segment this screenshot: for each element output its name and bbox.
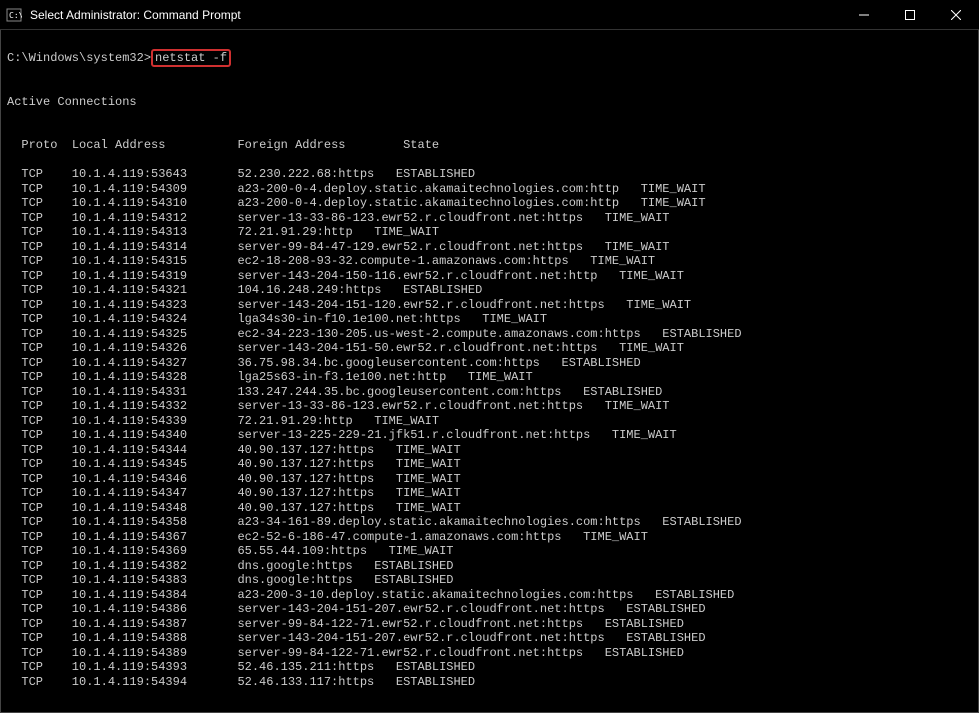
table-row: TCP 10.1.4.119:54332 server-13-33-86-123…: [7, 399, 972, 414]
table-row: TCP 10.1.4.119:54323 server-143-204-151-…: [7, 298, 972, 313]
col-proto: Proto: [21, 138, 57, 152]
table-row: TCP 10.1.4.119:54326 server-143-204-151-…: [7, 341, 972, 356]
table-row: TCP 10.1.4.119:54358 a23-34-161-89.deplo…: [7, 515, 972, 530]
col-state: State: [403, 138, 439, 152]
prompt-path: C:\Windows\system32>: [7, 51, 151, 65]
table-row: TCP 10.1.4.119:54394 52.46.133.117:https…: [7, 675, 972, 690]
table-row: TCP 10.1.4.119:54369 65.55.44.109:https …: [7, 544, 972, 559]
table-row: TCP 10.1.4.119:54315 ec2-18-208-93-32.co…: [7, 254, 972, 269]
table-row: TCP 10.1.4.119:54314 server-99-84-47-129…: [7, 240, 972, 255]
table-row: TCP 10.1.4.119:54325 ec2-34-223-130-205.…: [7, 327, 972, 342]
table-row: TCP 10.1.4.119:54386 server-143-204-151-…: [7, 602, 972, 617]
window-title: Select Administrator: Command Prompt: [30, 8, 841, 22]
table-row: TCP 10.1.4.119:54389 server-99-84-122-71…: [7, 646, 972, 661]
close-button[interactable]: [933, 0, 979, 29]
prompt-line: C:\Windows\system32>netstat -f: [7, 49, 972, 67]
cmd-icon: C:\: [6, 7, 22, 23]
col-foreign: Foreign Address: [237, 138, 345, 152]
window-controls: [841, 0, 979, 29]
table-row: TCP 10.1.4.119:54388 server-143-204-151-…: [7, 631, 972, 646]
maximize-button[interactable]: [887, 0, 933, 29]
table-row: TCP 10.1.4.119:54348 40.90.137.127:https…: [7, 501, 972, 516]
table-row: TCP 10.1.4.119:54327 36.75.98.34.bc.goog…: [7, 356, 972, 371]
table-row: TCP 10.1.4.119:54340 server-13-225-229-2…: [7, 428, 972, 443]
connection-list: TCP 10.1.4.119:53643 52.230.222.68:https…: [7, 167, 972, 689]
table-row: TCP 10.1.4.119:54310 a23-200-0-4.deploy.…: [7, 196, 972, 211]
table-row: TCP 10.1.4.119:54345 40.90.137.127:https…: [7, 457, 972, 472]
table-row: TCP 10.1.4.119:53643 52.230.222.68:https…: [7, 167, 972, 182]
table-row: TCP 10.1.4.119:54347 40.90.137.127:https…: [7, 486, 972, 501]
column-headers: Proto Local Address Foreign Address Stat…: [7, 138, 972, 153]
table-row: TCP 10.1.4.119:54313 72.21.91.29:http TI…: [7, 225, 972, 240]
table-row: TCP 10.1.4.119:54346 40.90.137.127:https…: [7, 472, 972, 487]
table-row: TCP 10.1.4.119:54344 40.90.137.127:https…: [7, 443, 972, 458]
command-highlight: netstat -f: [151, 49, 231, 67]
table-row: TCP 10.1.4.119:54393 52.46.135.211:https…: [7, 660, 972, 675]
table-row: TCP 10.1.4.119:54387 server-99-84-122-71…: [7, 617, 972, 632]
table-row: TCP 10.1.4.119:54383 dns.google:https ES…: [7, 573, 972, 588]
table-row: TCP 10.1.4.119:54312 server-13-33-86-123…: [7, 211, 972, 226]
table-row: TCP 10.1.4.119:54319 server-143-204-150-…: [7, 269, 972, 284]
table-row: TCP 10.1.4.119:54328 lga25s63-in-f3.1e10…: [7, 370, 972, 385]
terminal-output[interactable]: C:\Windows\system32>netstat -f Active Co…: [0, 30, 979, 713]
table-row: TCP 10.1.4.119:54331 133.247.244.35.bc.g…: [7, 385, 972, 400]
minimize-button[interactable]: [841, 0, 887, 29]
svg-text:C:\: C:\: [9, 11, 22, 20]
window-titlebar: C:\ Select Administrator: Command Prompt: [0, 0, 979, 30]
table-row: TCP 10.1.4.119:54367 ec2-52-6-186-47.com…: [7, 530, 972, 545]
table-row: TCP 10.1.4.119:54324 lga34s30-in-f10.1e1…: [7, 312, 972, 327]
table-row: TCP 10.1.4.119:54382 dns.google:https ES…: [7, 559, 972, 574]
active-connections-header: Active Connections: [7, 95, 972, 110]
col-local: Local Address: [72, 138, 166, 152]
table-row: TCP 10.1.4.119:54384 a23-200-3-10.deploy…: [7, 588, 972, 603]
table-row: TCP 10.1.4.119:54321 104.16.248.249:http…: [7, 283, 972, 298]
table-row: TCP 10.1.4.119:54339 72.21.91.29:http TI…: [7, 414, 972, 429]
table-row: TCP 10.1.4.119:54309 a23-200-0-4.deploy.…: [7, 182, 972, 197]
